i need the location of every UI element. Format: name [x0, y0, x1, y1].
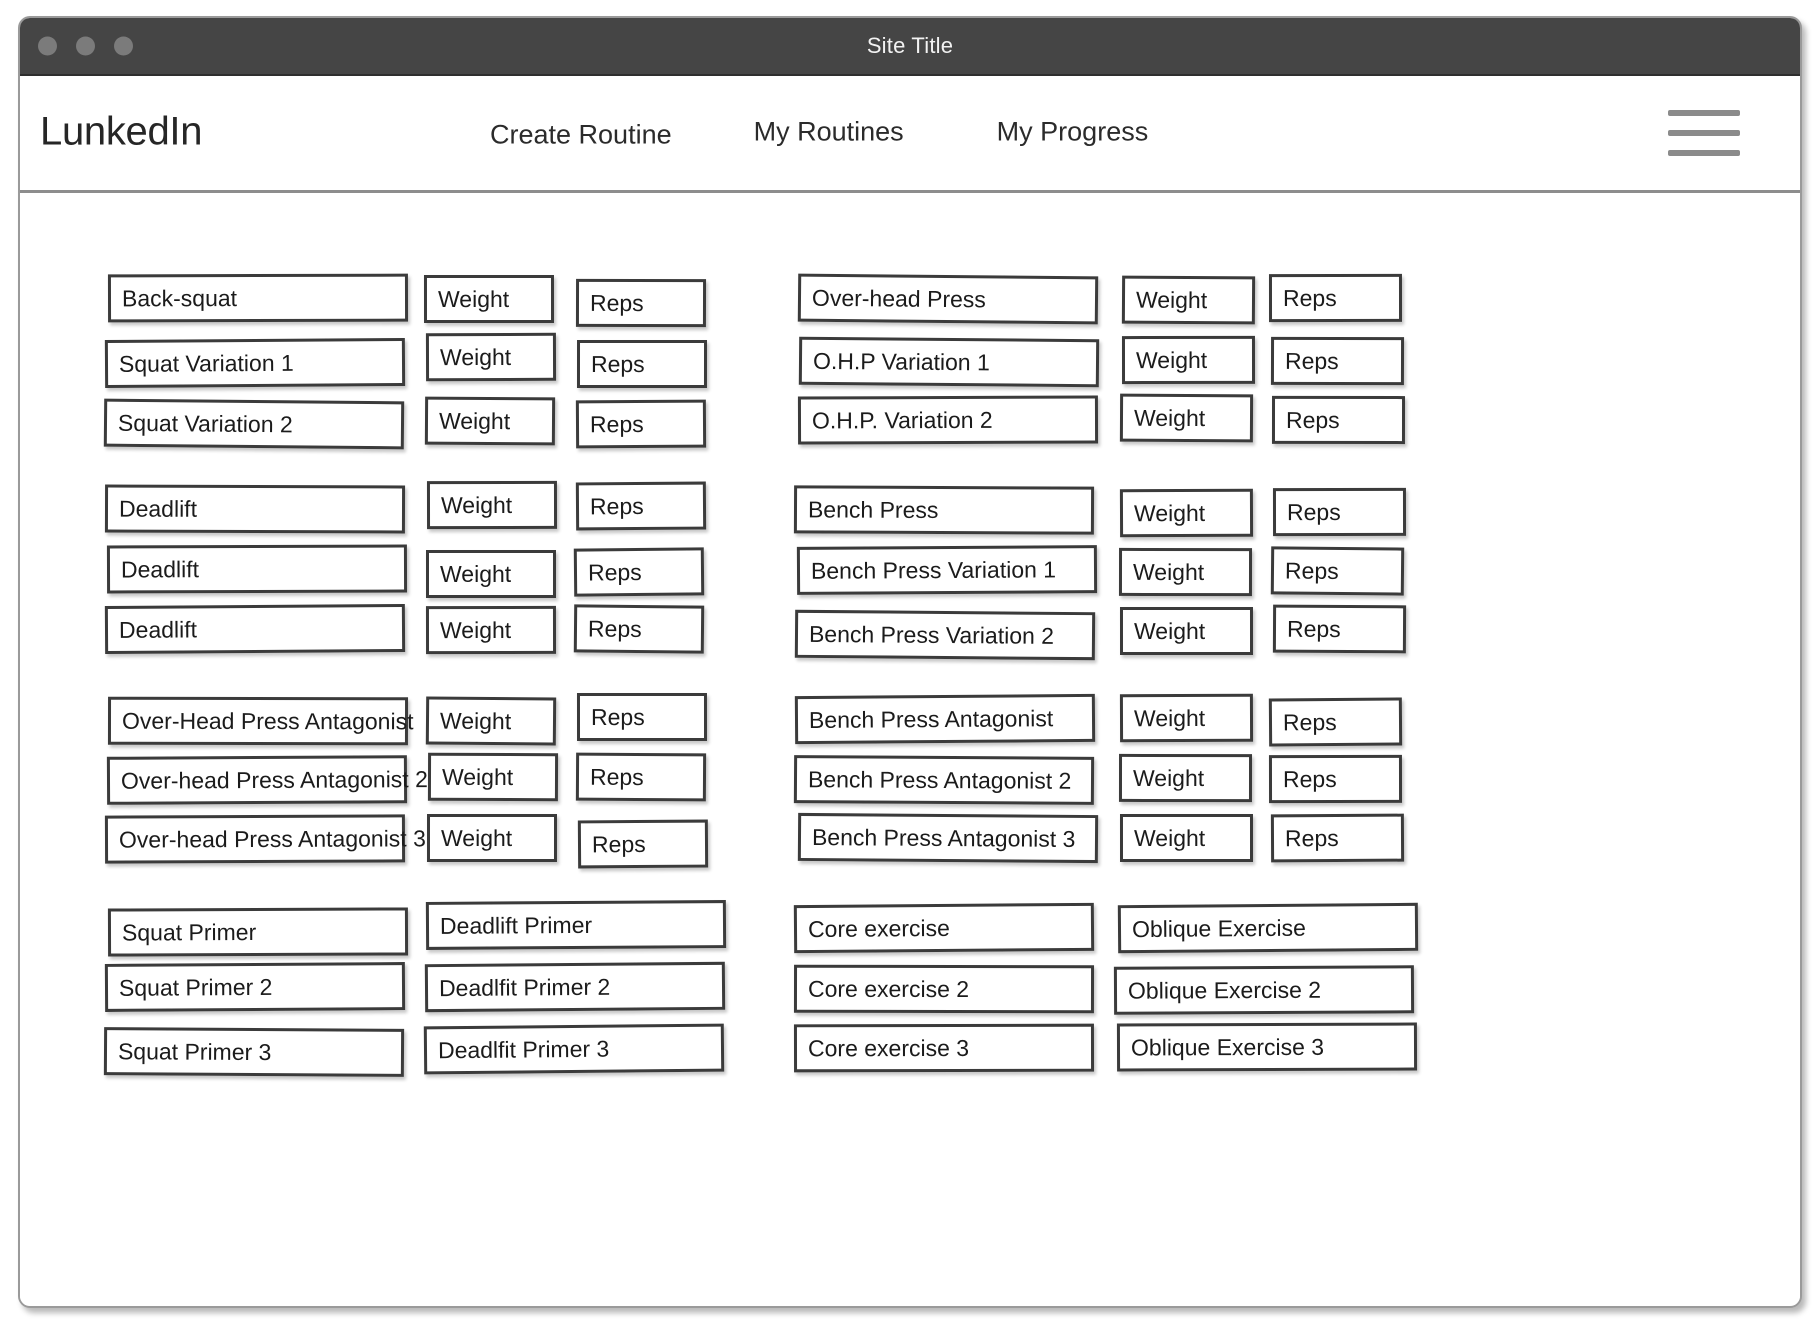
exercise-name-input-deadlift-bench-group-left-1[interactable]: Deadlift	[105, 484, 406, 534]
weight-input-antagonist-group-right-3[interactable]: Weight	[1120, 814, 1254, 863]
exercise-name-input-antagonist-group-left-2[interactable]: Over-head Press Antagonist 2	[106, 755, 427, 805]
weight-input-antagonist-group-right-2[interactable]: Weight	[1118, 753, 1253, 802]
nav-link-my-routines[interactable]: My Routines	[754, 117, 904, 148]
exercise-name-input-primer-core-group-right-3-a[interactable]: Core exercise 3	[793, 1024, 1094, 1073]
weight-input-squat-ohp-group-left-2[interactable]: Weight	[425, 333, 556, 382]
exercise-name-input-squat-ohp-group-left-1[interactable]: Back-squat	[108, 273, 409, 322]
exercise-name-input-primer-core-group-right-2-a[interactable]: Core exercise 2	[793, 964, 1094, 1014]
weight-input-deadlift-bench-group-right-3[interactable]: Weight	[1120, 606, 1254, 655]
reps-input-squat-ohp-group-right-2[interactable]: Reps	[1270, 337, 1404, 386]
exercise-name-input-squat-ohp-group-left-3[interactable]: Squat Variation 2	[104, 398, 405, 449]
exercise-name-input-primer-core-group-right-2-b[interactable]: Oblique Exercise 2	[1113, 965, 1415, 1015]
reps-input-deadlift-bench-group-right-2[interactable]: Reps	[1270, 546, 1404, 596]
exercise-name-input-antagonist-group-right-3[interactable]: Bench Press Antagonist 3	[797, 813, 1098, 864]
weight-input-squat-ohp-group-right-2[interactable]: Weight	[1121, 336, 1255, 385]
reps-input-squat-ohp-group-right-3[interactable]: Reps	[1271, 395, 1405, 444]
reps-input-antagonist-group-right-1[interactable]: Reps	[1269, 697, 1403, 747]
window-titlebar: Site Title	[20, 18, 1800, 76]
exercise-name-input-squat-ohp-group-left-2[interactable]: Squat Variation 1	[105, 337, 406, 388]
weight-input-squat-ohp-group-right-3[interactable]: Weight	[1119, 393, 1253, 443]
brand-logo[interactable]: LunkedIn	[40, 110, 203, 155]
exercise-name-input-primer-core-group-right-3-b[interactable]: Oblique Exercise 3	[1116, 1022, 1417, 1072]
weight-input-squat-ohp-group-right-1[interactable]: Weight	[1121, 275, 1255, 325]
exercise-name-input-squat-ohp-group-right-3[interactable]: O.H.P. Variation 2	[798, 395, 1099, 445]
reps-input-antagonist-group-left-2[interactable]: Reps	[575, 752, 706, 802]
weight-input-deadlift-bench-group-right-2[interactable]: Weight	[1118, 548, 1252, 597]
exercise-name-input-primer-core-group-left-2-a[interactable]: Squat Primer 2	[104, 961, 405, 1012]
hamburger-icon[interactable]	[1668, 110, 1740, 156]
reps-input-squat-ohp-group-left-2[interactable]: Reps	[576, 339, 707, 389]
reps-input-antagonist-group-left-3[interactable]: Reps	[577, 819, 708, 868]
reps-input-deadlift-bench-group-right-1[interactable]: Reps	[1273, 488, 1407, 537]
weight-input-antagonist-group-left-3[interactable]: Weight	[426, 813, 558, 862]
weight-input-squat-ohp-group-left-3[interactable]: Weight	[424, 396, 556, 445]
exercise-name-input-deadlift-bench-group-left-3[interactable]: Deadlift	[105, 604, 406, 655]
weight-input-antagonist-group-right-1[interactable]: Weight	[1120, 693, 1254, 743]
window-title: Site Title	[866, 33, 954, 58]
exercise-name-input-antagonist-group-left-3[interactable]: Over-head Press Antagonist 3	[104, 814, 425, 865]
exercise-name-input-squat-ohp-group-right-1[interactable]: Over-head Press	[798, 273, 1099, 324]
exercise-name-input-primer-core-group-left-3-b[interactable]: Deadlfit Primer 3	[424, 1023, 725, 1075]
reps-input-antagonist-group-right-2[interactable]: Reps	[1269, 754, 1403, 803]
nav-links: Create Routine My Routines My Progress	[490, 117, 1149, 151]
exercise-name-input-deadlift-bench-group-right-3[interactable]: Bench Press Variation 2	[794, 609, 1095, 660]
exercise-name-input-primer-core-group-left-3-a[interactable]: Squat Primer 3	[104, 1026, 405, 1077]
exercise-name-input-squat-ohp-group-right-2[interactable]: O.H.P Variation 1	[798, 336, 1099, 388]
exercise-name-input-primer-core-group-left-2-b[interactable]: Deadlfit Primer 2	[424, 961, 726, 1012]
app-window: Site Title LunkedIn Create Routine My Ro…	[18, 16, 1802, 1308]
reps-input-squat-ohp-group-left-3[interactable]: Reps	[576, 399, 707, 449]
reps-input-antagonist-group-left-1[interactable]: Reps	[577, 693, 708, 742]
reps-input-antagonist-group-right-3[interactable]: Reps	[1270, 813, 1404, 863]
nav-link-my-progress[interactable]: My Progress	[997, 117, 1149, 148]
nav-link-create-routine[interactable]: Create Routine	[490, 120, 672, 151]
reps-input-deadlift-bench-group-left-1[interactable]: Reps	[576, 481, 707, 531]
weight-input-antagonist-group-left-2[interactable]: Weight	[428, 752, 559, 802]
exercise-name-input-deadlift-bench-group-left-2[interactable]: Deadlift	[106, 544, 407, 594]
exercise-name-input-deadlift-bench-group-right-2[interactable]: Bench Press Variation 1	[796, 544, 1098, 595]
weight-input-squat-ohp-group-left-1[interactable]: Weight	[423, 275, 554, 324]
weight-input-antagonist-group-left-1[interactable]: Weight	[425, 696, 557, 746]
reps-input-deadlift-bench-group-right-3[interactable]: Reps	[1273, 604, 1407, 654]
reps-input-deadlift-bench-group-left-3[interactable]: Reps	[573, 603, 704, 654]
exercise-name-input-deadlift-bench-group-right-1[interactable]: Bench Press	[794, 484, 1095, 535]
exercise-name-input-primer-core-group-left-1-b[interactable]: Deadlift Primer	[425, 900, 727, 951]
reps-input-squat-ohp-group-right-1[interactable]: Reps	[1269, 273, 1403, 322]
exercise-name-input-antagonist-group-right-1[interactable]: Bench Press Antagonist	[794, 694, 1096, 745]
site-navbar: LunkedIn Create Routine My Routines My P…	[20, 76, 1800, 193]
exercise-name-input-antagonist-group-left-1[interactable]: Over-Head Press Antagonist	[108, 696, 414, 745]
weight-input-deadlift-bench-group-right-1[interactable]: Weight	[1119, 488, 1253, 538]
hamburger-bar-3	[1668, 150, 1740, 156]
exercise-name-input-primer-core-group-left-1-a[interactable]: Squat Primer	[107, 906, 408, 957]
hamburger-bar-1	[1668, 110, 1740, 116]
exercise-name-input-antagonist-group-right-2[interactable]: Bench Press Antagonist 2	[793, 754, 1095, 805]
weight-input-deadlift-bench-group-left-2[interactable]: Weight	[425, 549, 556, 598]
routine-builder-canvas: Back-squat Weight Reps Squat Variation 1 Wei…	[20, 193, 1800, 1305]
exercise-name-input-primer-core-group-right-1-b[interactable]: Oblique Exercise	[1117, 902, 1418, 953]
reps-input-squat-ohp-group-left-1[interactable]: Reps	[576, 278, 707, 327]
exercise-name-input-primer-core-group-right-1-a[interactable]: Core exercise	[793, 902, 1095, 954]
reps-input-deadlift-bench-group-left-2[interactable]: Reps	[573, 547, 705, 597]
weight-input-deadlift-bench-group-left-3[interactable]: Weight	[425, 606, 557, 655]
hamburger-bar-2	[1668, 130, 1740, 136]
weight-input-deadlift-bench-group-left-1[interactable]: Weight	[427, 480, 558, 530]
